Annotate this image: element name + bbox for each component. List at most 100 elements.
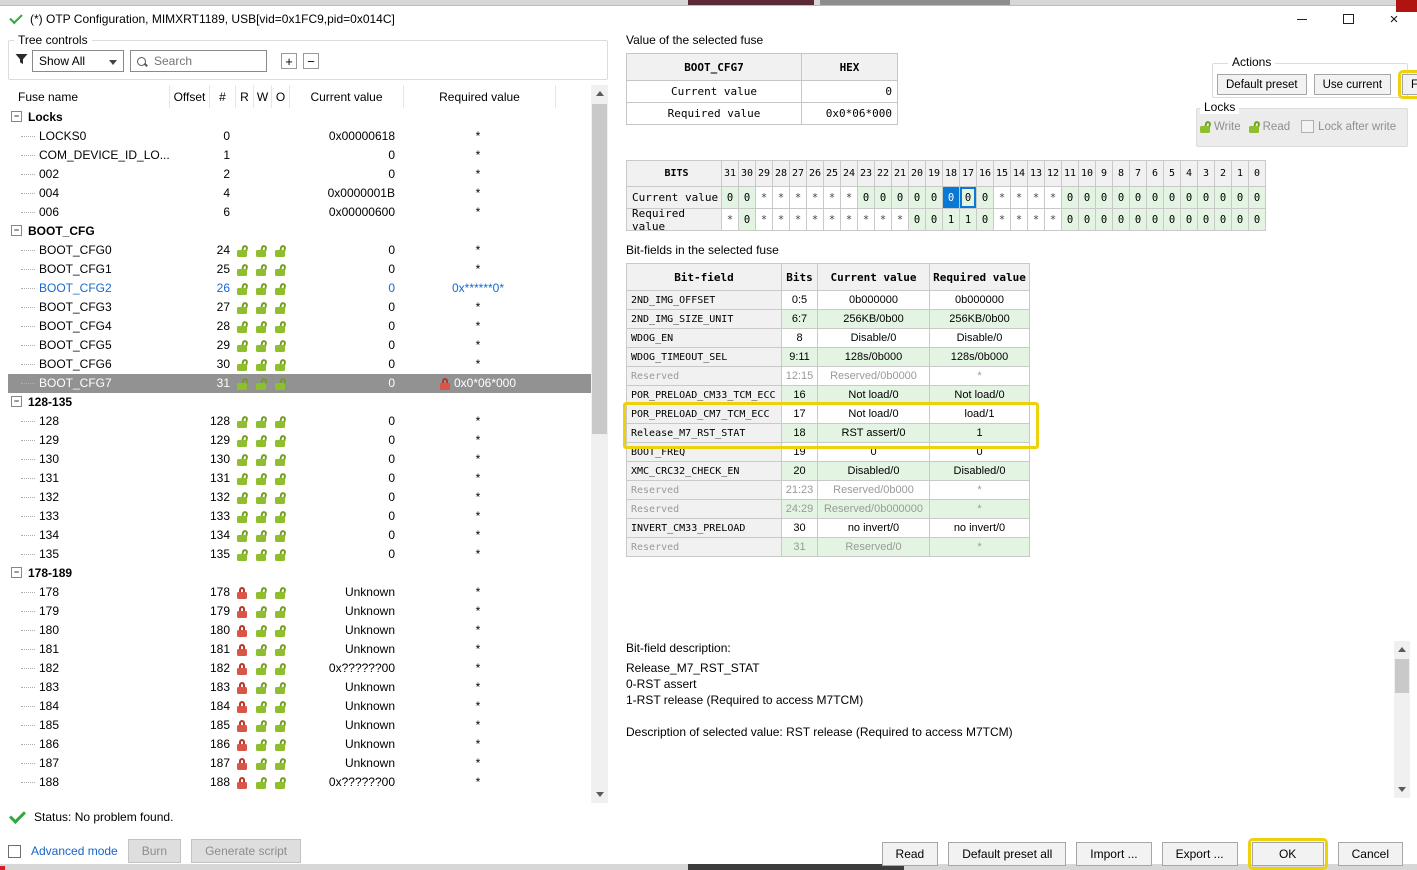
fuse-required-value[interactable]: * — [402, 184, 554, 203]
bit-cell[interactable]: 0 — [960, 187, 977, 209]
column-header-o[interactable]: O — [272, 85, 290, 108]
column-header-current-value[interactable]: Current value — [290, 85, 404, 108]
fuse-required-value[interactable]: * — [402, 526, 554, 545]
scrollbar-thumb[interactable] — [1395, 659, 1409, 693]
bit-cell[interactable]: 0 — [858, 187, 875, 209]
tree-fuse-row[interactable]: LOCKS000x00000618* — [8, 127, 592, 146]
fix-button[interactable]: Fix — [1402, 74, 1417, 95]
bitfield-row[interactable]: Release_M7_RST_STAT18RST assert/01 — [627, 424, 1030, 443]
bit-cell[interactable]: 0 — [1062, 187, 1079, 209]
column-header-required-value[interactable]: Required value — [404, 85, 556, 108]
bitfield-required-value[interactable]: * — [930, 367, 1030, 386]
bit-cell[interactable]: * — [1045, 187, 1062, 209]
tree-fuse-row[interactable]: BOOT_CFG4280* — [8, 317, 592, 336]
bit-cell[interactable]: * — [756, 209, 773, 231]
bitfield-required-value[interactable]: Not load/0 — [930, 386, 1030, 405]
tree-group-row[interactable]: −178-189 — [8, 564, 592, 583]
bitfield-row[interactable]: Reserved31Reserved/0* — [627, 538, 1030, 557]
bitfield-required-value[interactable]: * — [930, 481, 1030, 500]
bit-cell[interactable]: 0 — [739, 187, 756, 209]
fuse-required-value[interactable]: * — [402, 697, 554, 716]
use-current-button[interactable]: Use current — [1314, 74, 1391, 95]
maximize-button[interactable] — [1325, 5, 1371, 33]
fuse-required-value[interactable]: * — [402, 146, 554, 165]
bit-cell[interactable]: 0 — [739, 209, 756, 231]
bit-cell[interactable]: * — [841, 187, 858, 209]
fuse-required-value[interactable]: * — [402, 241, 554, 260]
fuse-required-value[interactable]: * — [402, 602, 554, 621]
bitfield-required-value[interactable]: no invert/0 — [930, 519, 1030, 538]
tree-fuse-row[interactable]: 180180Unknown* — [8, 621, 592, 640]
fuse-required-value[interactable]: * — [402, 545, 554, 564]
bitfield-required-value[interactable]: 0b000000 — [930, 291, 1030, 310]
bit-cell[interactable]: * — [824, 209, 841, 231]
fuse-required-value[interactable]: * — [402, 127, 554, 146]
column-header-fuse-name[interactable]: Fuse name — [8, 85, 170, 108]
tree-group-row[interactable]: −Locks — [8, 108, 592, 127]
tree-fuse-row[interactable]: BOOT_CFG6300* — [8, 355, 592, 374]
scroll-down-icon[interactable] — [591, 786, 608, 803]
bitfield-row[interactable]: WDOG_EN8Disable/0Disable/0 — [627, 329, 1030, 348]
current-value-cell[interactable]: 0 — [802, 81, 898, 103]
bit-cell[interactable]: * — [892, 209, 909, 231]
tree-fuse-row[interactable]: 185185Unknown* — [8, 716, 592, 735]
column-header-hash[interactable]: # — [210, 85, 236, 108]
bit-cell[interactable]: * — [807, 187, 824, 209]
bitfield-row[interactable]: INVERT_CM33_PRELOAD30no invert/0no inver… — [627, 519, 1030, 538]
fuse-required-value[interactable]: * — [402, 659, 554, 678]
fuse-required-value[interactable]: 0x******0* — [402, 279, 554, 298]
burn-button[interactable]: Burn — [128, 839, 181, 863]
bit-cell[interactable]: * — [773, 187, 790, 209]
fuse-required-value[interactable]: * — [402, 735, 554, 754]
fuse-required-value[interactable]: * — [402, 640, 554, 659]
bit-cell[interactable]: 0 — [1181, 209, 1198, 231]
collapse-expander-icon[interactable]: − — [11, 111, 22, 122]
tree-fuse-row[interactable]: 183183Unknown* — [8, 678, 592, 697]
bit-cell[interactable]: 0 — [1249, 187, 1266, 209]
bitfield-required-value[interactable]: Disabled/0 — [930, 462, 1030, 481]
fuse-required-value[interactable]: 0x0*06*000 — [402, 374, 554, 393]
scroll-down-icon[interactable] — [1394, 781, 1410, 798]
fuse-required-value[interactable]: * — [402, 469, 554, 488]
bit-cell[interactable]: 0 — [1198, 187, 1215, 209]
tree-fuse-row[interactable]: COM_DEVICE_ID_LO...10* — [8, 146, 592, 165]
bit-cell[interactable]: 1 — [943, 209, 960, 231]
column-header-w[interactable]: W — [254, 85, 272, 108]
bit-cell[interactable]: 0 — [1181, 187, 1198, 209]
bitfield-row[interactable]: 2ND_IMG_OFFSET0:50b0000000b000000 — [627, 291, 1030, 310]
bit-cell[interactable]: * — [858, 209, 875, 231]
tree-fuse-row[interactable]: 181181Unknown* — [8, 640, 592, 659]
bitfield-row[interactable]: XMC_CRC32_CHECK_EN20Disabled/0Disabled/0 — [627, 462, 1030, 481]
bit-cell[interactable]: 0 — [1096, 209, 1113, 231]
bitfield-row[interactable]: Reserved24:29Reserved/0b000000* — [627, 500, 1030, 519]
bitfield-required-value[interactable]: load/1 — [930, 405, 1030, 424]
fuse-required-value[interactable]: * — [402, 431, 554, 450]
bitfield-required-value[interactable]: 128s/0b000 — [930, 348, 1030, 367]
bitfield-row[interactable]: Reserved12:15Reserved/0b0000* — [627, 367, 1030, 386]
column-header-r[interactable]: R — [236, 85, 254, 108]
bitfield-row[interactable]: POR_PRELOAD_CM7_TCM_ECC17Not load/0load/… — [627, 405, 1030, 424]
advanced-mode-checkbox[interactable] — [8, 845, 21, 858]
tree-fuse-row[interactable]: 1301300* — [8, 450, 592, 469]
bit-cell[interactable]: 0 — [926, 187, 943, 209]
tree-fuse-row[interactable]: 00220* — [8, 165, 592, 184]
bit-cell[interactable]: * — [790, 209, 807, 231]
bit-cell[interactable]: 0 — [977, 209, 994, 231]
bit-cell[interactable]: * — [841, 209, 858, 231]
lock-after-write-checkbox[interactable] — [1301, 120, 1314, 133]
bit-cell[interactable]: 0 — [943, 187, 960, 209]
tree-fuse-row[interactable]: 1881880x??????00* — [8, 773, 592, 792]
bit-cell[interactable]: 0 — [1215, 187, 1232, 209]
bitfield-required-value[interactable]: * — [930, 538, 1030, 557]
bit-cell[interactable]: 0 — [1164, 187, 1181, 209]
filter-dropdown[interactable]: Show All — [32, 50, 124, 72]
default-preset-all-button[interactable]: Default preset all — [948, 842, 1066, 866]
scroll-up-icon[interactable] — [1394, 641, 1410, 658]
bitfield-required-value[interactable]: Disable/0 — [930, 329, 1030, 348]
fuse-required-value[interactable]: * — [402, 260, 554, 279]
tree-fuse-row[interactable]: 179179Unknown* — [8, 602, 592, 621]
tree-fuse-row[interactable]: 1321320* — [8, 488, 592, 507]
bit-cell[interactable]: * — [824, 187, 841, 209]
read-button[interactable]: Read — [882, 842, 939, 866]
bit-cell[interactable]: 0 — [1147, 187, 1164, 209]
